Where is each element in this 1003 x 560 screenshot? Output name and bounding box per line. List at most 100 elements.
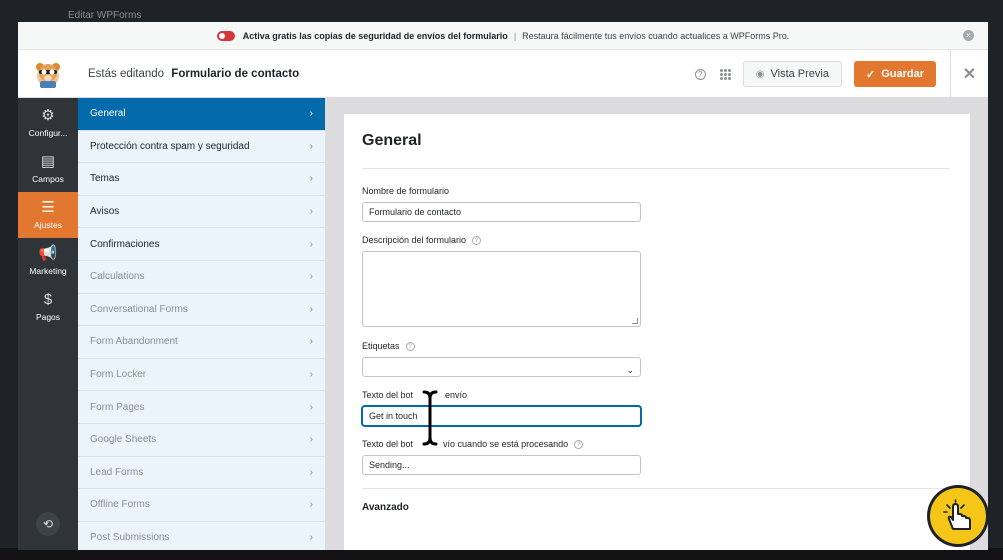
section-label: Protección contra spam y seguridad [90,140,250,152]
chevron-right-icon: › [309,108,313,120]
dollar-icon: $ [43,291,53,308]
section-form-pages[interactable]: Form Pages › [78,391,325,424]
settings-sections: General › Protección contra spam y seguri… [78,98,325,550]
chevron-right-icon: › [309,271,313,283]
panel-nav-label: Marketing [29,266,67,276]
submit-text-field[interactable]: Get in touch [362,406,641,426]
megaphone-icon: 📢 [38,245,58,262]
description-label: Descripción del formulario? [362,235,482,246]
tags-label: Etiquetas? [362,341,415,352]
panel-nav-label: Ajustes [34,220,62,230]
admin-right-bar [988,0,1003,560]
chevron-right-icon: › [309,336,313,348]
check-icon: ✓ [865,68,876,81]
panel-nav-fields[interactable]: ▤ Campos [18,146,78,192]
section-themes[interactable]: Temas › [78,163,325,196]
form-name-title: Formulario de contacto [171,67,300,80]
help-icon[interactable]: ? [694,68,706,80]
save-button[interactable]: ✓ Guardar [853,61,936,87]
section-spam-protection[interactable]: Protección contra spam y seguridad › [78,131,325,164]
chevron-right-icon: › [309,238,313,250]
chevron-right-icon: › [309,303,313,315]
settings-content: General Nombre de formulario Formulario … [325,98,988,550]
section-label: Form Pages [90,401,145,413]
editing-indicator: Estás editando Formulario de contacto [88,68,299,80]
processing-text-label: Texto del bot vío cuando se está procesan… [362,439,584,450]
panel-nav: ⚙ Configur... ▤ Campos ☰ Ajustes 📢 Marke… [18,98,78,550]
bear-mascot-icon [36,62,60,88]
tags-label-text: Etiquetas [362,341,400,351]
section-label: Temas [90,173,120,185]
text-cursor-icon [422,390,438,446]
processing-text-label-part2: vío cuando se está procesando [443,439,569,449]
section-label: Post Submissions [90,532,170,544]
preview-button[interactable]: ◉ Vista Previa [742,61,842,87]
gear-icon: ⚙ [41,107,55,124]
notice-text: Restaura fácilmente tus envíos cuando ac… [522,30,790,41]
section-calculations[interactable]: Calculations › [78,261,325,294]
chevron-right-icon: › [309,369,313,381]
section-form-locker[interactable]: Form Locker › [78,359,325,392]
pointer-hand-icon [930,488,986,544]
help-tooltip-icon[interactable]: ? [405,342,415,352]
header-actions: ? ◉ Vista Previa ✓ Guardar ✕ [694,50,988,98]
section-conversational-forms[interactable]: Conversational Forms › [78,294,325,327]
eye-icon: ◉ [755,68,765,80]
help-tooltip-icon[interactable]: ? [472,236,482,246]
pointer-hand-glyph [943,499,971,530]
general-settings-panel: General Nombre de formulario Formulario … [344,114,970,550]
backup-toggle[interactable] [216,30,235,41]
form-builder: Activa gratis las copias de seguridad de… [18,22,988,550]
chevron-right-icon: › [309,401,313,413]
chevron-right-icon: › [309,466,313,478]
panel-nav-payments[interactable]: $ Pagos [18,284,78,330]
builder-header: Estás editando Formulario de contacto ? … [18,50,988,98]
preview-label: Vista Previa [770,68,829,80]
section-label: Google Sheets [90,434,157,446]
form-name-field[interactable]: Formulario de contacto [362,202,641,222]
submit-text-label-part1: Texto del bot [362,390,414,400]
processing-text-field[interactable]: Sending... [362,455,641,475]
panel-nav-marketing[interactable]: 📢 Marketing [18,238,78,284]
section-lead-forms[interactable]: Lead Forms › [78,457,325,490]
save-label: Guardar [881,68,924,80]
section-google-sheets[interactable]: Google Sheets › [78,424,325,457]
divider [362,168,950,169]
panel-nav-label: Campos [32,174,64,184]
chevron-right-icon: › [309,434,313,446]
chevron-down-icon: ⌄ [626,365,634,375]
chevron-right-icon: › [309,532,313,544]
close-icon[interactable]: ✕ [950,50,988,98]
section-label: Form Locker [90,369,147,381]
section-form-abandonment[interactable]: Form Abandonment › [78,326,325,359]
notice-separator: | [513,30,517,41]
divider [362,488,950,489]
notice-dismiss-icon[interactable]: × [963,30,974,41]
section-offline-forms[interactable]: Offline Forms › [78,489,325,522]
form-name-label: Nombre de formulario [362,186,450,196]
section-confirmations[interactable]: Confirmaciones › [78,228,325,261]
tags-select[interactable]: ⌄ [362,357,641,377]
section-post-submissions[interactable]: Post Submissions › [78,522,325,550]
apps-grid-icon[interactable] [719,68,731,80]
sliders-icon: ☰ [41,199,55,216]
notice-strong-text: Activa gratis las copias de seguridad de… [242,30,508,41]
description-textarea[interactable] [362,251,641,327]
section-label: Confirmaciones [90,238,160,250]
panel-nav-label: Configur... [28,128,68,138]
section-label: Form Abandonment [90,336,178,348]
help-tooltip-icon[interactable]: ? [574,440,584,450]
revisions-history-icon[interactable]: ⟲ [36,512,60,536]
panel-nav-setup[interactable]: ⚙ Configur... [18,100,78,146]
section-notifications[interactable]: Avisos › [78,196,325,229]
editing-label: Estás editando [88,67,165,80]
chevron-right-icon: › [309,140,313,152]
processing-text-label-part1: Texto del bot [362,439,414,449]
panel-nav-settings[interactable]: ☰ Ajustes [18,192,78,238]
section-label: Lead Forms [90,466,144,478]
admin-title: Editar WPForms [68,10,142,21]
section-label: General [90,108,126,120]
wpforms-logo [18,50,78,98]
advanced-heading[interactable]: Avanzado [362,502,409,513]
section-general[interactable]: General › [78,98,325,131]
